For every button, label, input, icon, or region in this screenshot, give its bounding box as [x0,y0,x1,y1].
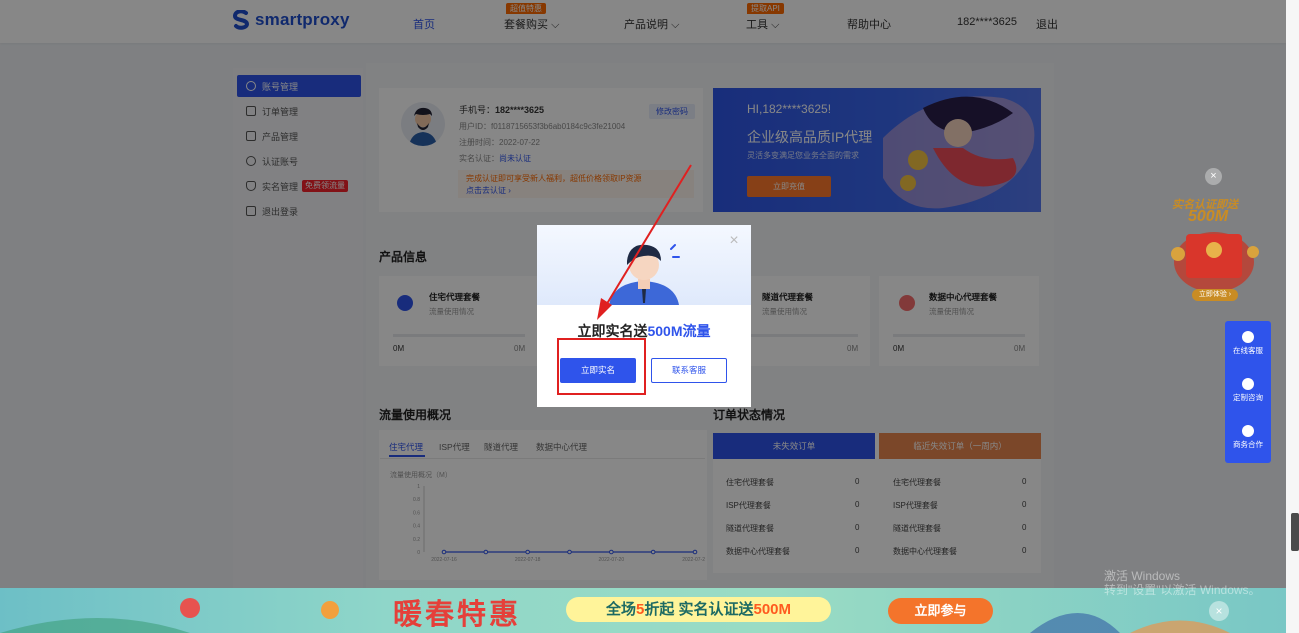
float-label: 商务合作 [1233,440,1263,449]
handshake-icon [1242,425,1254,437]
bottom-banner-title: 暖春特惠 [393,599,522,631]
modal-title-highlight: 500M流量 [647,323,711,339]
close-icon[interactable]: × [727,233,741,249]
pill-c: 500M [753,601,792,618]
modal-illustration [609,244,680,305]
chat-icon [1242,378,1254,390]
windows-activation-watermark: 激活 Windows 转到"设置"以激活 Windows。 [1104,569,1261,597]
annotation-highlight-box [557,338,646,395]
watermark-line1: 激活 Windows [1104,569,1181,583]
realname-promo-widget[interactable]: 实名认证即送 500M 立即体验 › [1158,192,1270,304]
business-cooperation-button[interactable]: 商务合作 [1225,425,1271,450]
bottom-banner-pill: 全场5折起 实名认证送500M [566,597,831,622]
promo-cta[interactable]: 立即体验 › [1192,289,1238,301]
join-now-button[interactable]: 立即参与 [888,598,993,624]
contact-service-button[interactable]: 联系客服 [651,358,727,383]
float-label: 在线客服 [1233,346,1263,355]
float-label: 定制咨询 [1233,393,1263,402]
pill-b: 折起 实名认证送 [644,601,754,618]
pill-a: 全场 [605,601,636,618]
scrollbar-thumb[interactable] [1291,513,1299,551]
custom-consult-button[interactable]: 定制咨询 [1225,378,1271,403]
online-service-button[interactable]: 在线客服 [1225,331,1271,356]
headset-icon [1242,331,1254,343]
promo-line2: 500M [1188,208,1229,225]
watermark-line2: 转到"设置"以激活 Windows。 [1104,583,1261,597]
modal-title-prefix: 立即实名送 [577,323,648,339]
promo-close-icon[interactable]: × [1205,168,1222,185]
close-icon[interactable]: × [1209,601,1229,621]
